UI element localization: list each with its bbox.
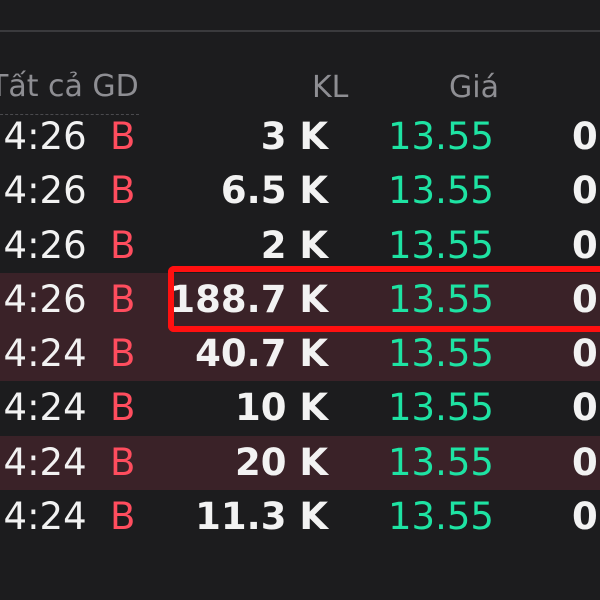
table-row: 24:24 B 20 K 13.55 0.: [0, 435, 600, 491]
trade-log-panel: Tất cả GD KL Giá 24:26 B 3 K 13.55 0. 24…: [0, 0, 600, 600]
trade-side: B: [110, 169, 136, 213]
trade-change: 0.: [572, 332, 600, 376]
trade-side: B: [110, 223, 136, 267]
trade-time: 24:26: [0, 169, 87, 213]
trade-volume: 11.3 K: [195, 495, 328, 539]
trade-price: 13.55: [388, 332, 494, 376]
trade-side: B: [110, 115, 136, 158]
trade-time: 24:24: [0, 495, 87, 539]
table-row: 24:24 B 40.7 K 13.55 0.: [0, 327, 600, 382]
trade-side: B: [110, 332, 136, 376]
trade-side: B: [110, 386, 136, 430]
trade-side: B: [110, 277, 136, 321]
trade-table-header: Tất cả GD KL Giá: [0, 60, 600, 116]
trade-change: 0.: [572, 115, 600, 158]
trade-time: 24:24: [0, 386, 87, 430]
trade-side: B: [110, 495, 136, 539]
trade-volume: 10 K: [234, 386, 328, 430]
table-row: 24:26 B 3 K 13.55 0.: [0, 110, 600, 164]
trade-volume: 20 K: [234, 440, 328, 484]
trade-time: 24:26: [0, 223, 87, 267]
trade-change: 0.: [572, 440, 600, 484]
trade-price: 13.55: [388, 223, 494, 267]
trade-time: 24:24: [0, 440, 87, 484]
trade-type-filter[interactable]: Tất cả GD: [0, 60, 139, 115]
annotation-highlight-box: [168, 266, 600, 332]
trade-change: 0.: [572, 223, 600, 267]
panel-divider: [0, 30, 600, 32]
trade-price: 13.55: [388, 440, 494, 484]
volume-column-header: KL: [312, 70, 349, 105]
trade-change: 0.: [572, 169, 600, 213]
trade-change: 0.: [572, 386, 600, 430]
table-row: 24:24 B 11.3 K 13.55 0.: [0, 490, 600, 544]
trade-price: 13.55: [388, 386, 494, 430]
table-row: 24:26 B 2 K 13.55 0.: [0, 219, 600, 273]
trade-price: 13.55: [388, 495, 494, 539]
trade-time: 24:24: [0, 332, 87, 376]
trade-price: 13.55: [388, 115, 494, 158]
trade-time: 24:26: [0, 277, 87, 321]
trade-volume: 2 K: [260, 223, 328, 267]
trade-volume: 40.7 K: [195, 332, 328, 376]
trade-side: B: [110, 440, 136, 484]
table-row: 24:26 B 6.5 K 13.55 0.: [0, 164, 600, 218]
trade-time: 24:26: [0, 115, 87, 158]
price-column-header: Giá: [449, 70, 499, 105]
trade-volume: 6.5 K: [220, 169, 328, 213]
trade-price: 13.55: [388, 169, 494, 213]
table-row: 24:24 B 10 K 13.55 0.: [0, 381, 600, 435]
trade-volume: 3 K: [260, 115, 328, 158]
trade-change: 0.: [572, 495, 600, 539]
